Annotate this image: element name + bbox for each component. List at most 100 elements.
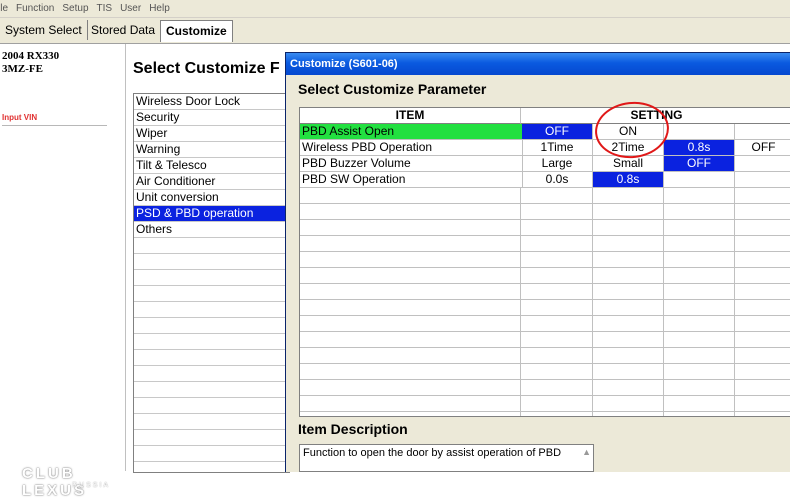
- menu-help[interactable]: Help: [149, 3, 170, 14]
- table-row[interactable]: PBD Buzzer Volume Large Small OFF: [300, 156, 790, 172]
- grid-cell-empty: [300, 412, 521, 416]
- list-item-warning[interactable]: Warning: [134, 142, 289, 158]
- list-item-unit-conversion[interactable]: Unit conversion: [134, 190, 289, 206]
- tab-customize[interactable]: Customize: [160, 20, 233, 42]
- grid-cell-empty: [300, 364, 521, 379]
- setting-cell-selected[interactable]: 0.8s: [664, 140, 735, 155]
- list-item-wiper[interactable]: Wiper: [134, 126, 289, 142]
- grid-cell-empty: [300, 396, 521, 411]
- grid-cell-empty: [593, 236, 664, 251]
- setting-cell[interactable]: [735, 172, 790, 187]
- input-vin-link[interactable]: Input VIN: [2, 113, 37, 122]
- grid-cell-empty: [522, 348, 593, 363]
- grid-cell-empty: [522, 300, 593, 315]
- grid-cell-empty: [664, 188, 735, 203]
- grid-cell-empty: [522, 316, 593, 331]
- grid-cell-empty: [593, 364, 664, 379]
- table-row-empty: [300, 252, 790, 268]
- menu-user[interactable]: User: [120, 3, 141, 14]
- grid-cell-empty: [735, 300, 790, 315]
- grid-cell-empty: [300, 316, 521, 331]
- setting-cell[interactable]: [735, 156, 790, 171]
- setting-cell[interactable]: Large: [522, 156, 593, 171]
- dialog-heading: Select Customize Parameter: [298, 81, 487, 97]
- grid-cell-empty: [735, 204, 790, 219]
- grid-cell-empty: [593, 188, 664, 203]
- list-item-air-conditioner[interactable]: Air Conditioner: [134, 174, 289, 190]
- table-row-empty: [300, 332, 790, 348]
- table-row-empty: [300, 220, 790, 236]
- table-row-empty: [300, 412, 790, 416]
- grid-cell-empty: [735, 284, 790, 299]
- list-item-psd-pbd-operation[interactable]: PSD & PBD operation: [134, 206, 289, 222]
- table-row-empty: [300, 380, 790, 396]
- grid-cell-empty: [300, 284, 521, 299]
- list-item-empty: [134, 318, 289, 334]
- tab-stored-data[interactable]: Stored Data: [86, 20, 162, 40]
- grid-cell-empty: [735, 396, 790, 411]
- grid-cell-empty: [735, 188, 790, 203]
- grid-cell-empty: [300, 204, 521, 219]
- row-item-label[interactable]: PBD SW Operation: [300, 172, 523, 187]
- grid-cell-empty: [522, 252, 593, 267]
- list-item-others[interactable]: Others: [134, 222, 289, 238]
- setting-cell[interactable]: Small: [593, 156, 664, 171]
- list-item-empty: [134, 238, 289, 254]
- dialog-titlebar[interactable]: Customize (S601-06): [286, 53, 790, 75]
- row-item-label[interactable]: PBD Buzzer Volume: [300, 156, 523, 171]
- setting-cell-selected[interactable]: OFF: [522, 124, 593, 139]
- setting-cell[interactable]: 0.0s: [522, 172, 593, 187]
- grid-cell-empty: [735, 252, 790, 267]
- grid-cell-empty: [300, 268, 521, 283]
- table-row[interactable]: PBD Assist Open OFF ON: [300, 124, 790, 140]
- grid-cell-empty: [593, 284, 664, 299]
- list-item-empty: [134, 254, 289, 270]
- tab-system-select[interactable]: System Select: [0, 20, 88, 40]
- menu-function[interactable]: Function: [16, 3, 54, 14]
- table-row-empty: [300, 316, 790, 332]
- list-item-security[interactable]: Security: [134, 110, 289, 126]
- grid-cell-empty: [735, 412, 790, 416]
- grid-cell-empty: [735, 348, 790, 363]
- grid-cell-empty: [664, 252, 735, 267]
- menu-file[interactable]: ile: [0, 3, 8, 14]
- grid-cell-empty: [593, 220, 664, 235]
- grid-cell-empty: [735, 268, 790, 283]
- list-item-wireless-door-lock[interactable]: Wireless Door Lock: [134, 94, 289, 110]
- grid-cell-empty: [522, 284, 593, 299]
- setting-cell[interactable]: 1Time: [522, 140, 593, 155]
- row-item-label[interactable]: PBD Assist Open: [300, 124, 523, 139]
- table-row-empty: [300, 188, 790, 204]
- grid-cell-empty: [664, 268, 735, 283]
- grid-cell-empty: [300, 252, 521, 267]
- scroll-up-icon[interactable]: ▲: [582, 447, 591, 457]
- setting-cell-selected[interactable]: OFF: [664, 156, 735, 171]
- setting-cell[interactable]: [664, 124, 735, 139]
- grid-cell-empty: [664, 364, 735, 379]
- setting-cell-selected[interactable]: 0.8s: [593, 172, 664, 187]
- table-row[interactable]: PBD SW Operation 0.0s 0.8s: [300, 172, 790, 188]
- grid-cell-empty: [300, 188, 521, 203]
- setting-cell[interactable]: [664, 172, 735, 187]
- grid-cell-empty: [522, 188, 593, 203]
- grid-cell-empty: [593, 204, 664, 219]
- table-row-empty: [300, 236, 790, 252]
- list-item-empty: [134, 398, 289, 414]
- grid-cell-empty: [664, 332, 735, 347]
- row-item-label[interactable]: Wireless PBD Operation: [300, 140, 523, 155]
- tab-bar: System Select Stored Data Customize: [0, 18, 790, 44]
- table-row[interactable]: Wireless PBD Operation 1Time 2Time 0.8s …: [300, 140, 790, 156]
- grid-cell-empty: [522, 236, 593, 251]
- setting-cell[interactable]: [735, 124, 790, 139]
- grid-cell-empty: [300, 332, 521, 347]
- grid-cell-empty: [593, 412, 664, 416]
- watermark-sub: RUSSIA: [72, 482, 111, 489]
- setting-cell[interactable]: OFF: [735, 140, 790, 155]
- menu-tis[interactable]: TIS: [97, 3, 113, 14]
- menu-setup[interactable]: Setup: [62, 3, 88, 14]
- table-row-empty: [300, 364, 790, 380]
- list-item-tilt-telesco[interactable]: Tilt & Telesco: [134, 158, 289, 174]
- grid-cell-empty: [664, 396, 735, 411]
- description-text: Function to open the door by assist oper…: [303, 447, 562, 459]
- menu-bar: ile Function Setup TIS User Help: [0, 0, 790, 18]
